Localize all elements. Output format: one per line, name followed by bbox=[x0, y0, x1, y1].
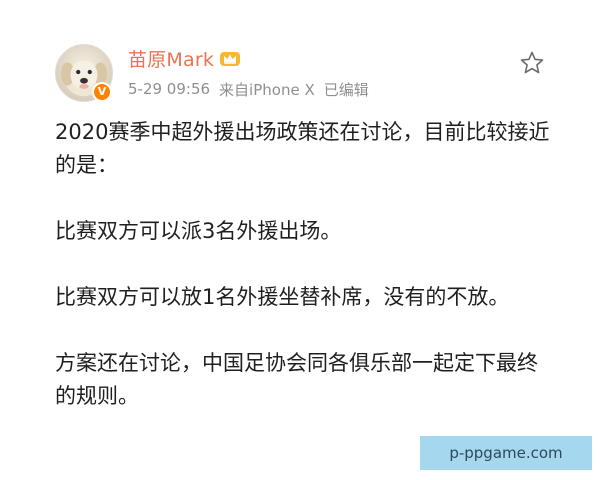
post-meta: 5-29 09:56 来自iPhone X 已编辑 bbox=[128, 78, 378, 100]
post-paragraph: 比赛双方可以派3名外援出场。 bbox=[55, 219, 342, 243]
post-source[interactable]: 来自iPhone X bbox=[219, 79, 315, 100]
site-watermark: p-ppgame.com bbox=[420, 436, 592, 470]
weibo-post-card: V 苗原Mark 5-29 09:56 来自iPhone X 已编辑 2020赛… bbox=[0, 0, 600, 480]
post-content: 2020赛季中超外援出场政策还在讨论，目前比较接近的是： 比赛双方可以派3名外援… bbox=[55, 116, 555, 413]
verified-badge: V bbox=[92, 82, 112, 102]
crown-icon[interactable] bbox=[219, 48, 241, 68]
star-outline-icon[interactable] bbox=[519, 50, 545, 76]
post-paragraph: 方案还在讨论，中国足协会同各俱乐部一起定下最终的规则。 bbox=[55, 351, 538, 408]
post-paragraph: 2020赛季中超外援出场政策还在讨论，目前比较接近的是： bbox=[55, 120, 550, 177]
author-row: 苗原Mark bbox=[128, 44, 241, 72]
post-paragraph: 比赛双方可以放1名外援坐替补席，没有的不放。 bbox=[55, 285, 510, 309]
post-time: 5-29 09:56 bbox=[128, 80, 211, 98]
edited-label[interactable]: 已编辑 bbox=[324, 79, 369, 100]
author-name[interactable]: 苗原Mark bbox=[128, 45, 214, 72]
